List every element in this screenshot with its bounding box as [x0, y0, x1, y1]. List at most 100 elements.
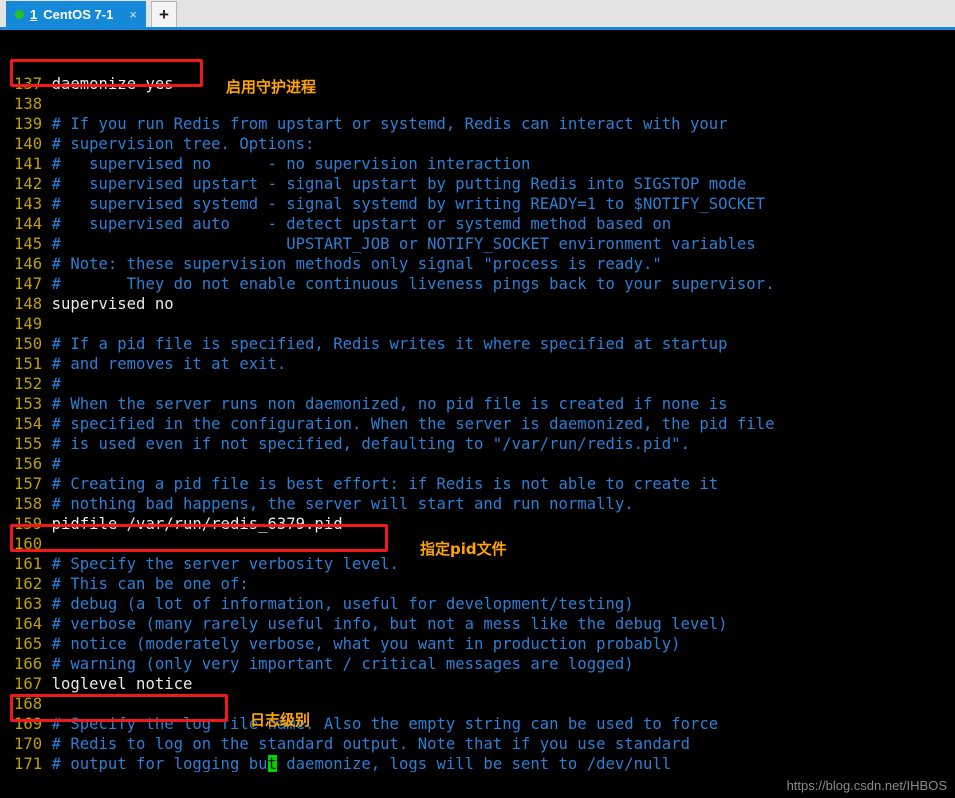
- watermark-text: https://blog.csdn.net/IHBOS: [786, 778, 947, 793]
- line-text: # Specify the log file name. Also the em…: [51, 715, 719, 733]
- tab-title: CentOS 7-1: [43, 6, 114, 22]
- editor-line: 162 # This can be one of:: [14, 574, 955, 594]
- editor-line: 165 # notice (moderately verbose, what y…: [14, 634, 955, 654]
- line-number: 137: [14, 75, 52, 93]
- line-number: 162: [14, 575, 52, 593]
- line-number: 167: [14, 675, 52, 693]
- editor-line: 143 # supervised systemd - signal system…: [14, 194, 955, 214]
- line-text: # Redis to log on the standard output. N…: [51, 735, 690, 753]
- editor-line: 171 # output for logging but daemonize, …: [14, 754, 955, 774]
- line-number: 139: [14, 115, 52, 133]
- line-text: #: [51, 455, 61, 473]
- line-text: # supervised auto - detect upstart or sy…: [51, 215, 672, 233]
- line-number: 150: [14, 335, 52, 353]
- tab-bar: 1 CentOS 7-1 × +: [0, 0, 955, 30]
- line-text: # is used even if not specified, default…: [51, 435, 690, 453]
- line-number: 155: [14, 435, 52, 453]
- line-text: # When the server runs non daemonized, n…: [51, 395, 728, 413]
- line-text: # warning (only very important / critica…: [51, 655, 634, 673]
- editor-line: 149: [14, 314, 955, 334]
- line-number: 168: [14, 695, 52, 713]
- editor-line: 144 # supervised auto - detect upstart o…: [14, 214, 955, 234]
- line-text: # If a pid file is specified, Redis writ…: [51, 335, 728, 353]
- line-text: # specified in the configuration. When t…: [51, 415, 775, 433]
- editor-line: 164 # verbose (many rarely useful info, …: [14, 614, 955, 634]
- line-number: 154: [14, 415, 52, 433]
- editor-line: 156 #: [14, 454, 955, 474]
- editor-line: 151 # and removes it at exit.: [14, 354, 955, 374]
- close-icon[interactable]: ×: [127, 7, 139, 22]
- annotation-label: 日志级别: [250, 711, 311, 729]
- line-number: 163: [14, 595, 52, 613]
- line-text: # If you run Redis from upstart or syste…: [51, 115, 728, 133]
- line-number: 159: [14, 515, 52, 533]
- line-text: daemonize, logs will be sent to /dev/nul…: [276, 755, 672, 773]
- line-text: daemonize yes: [51, 75, 174, 93]
- line-text: # They do not enable continuous liveness…: [51, 275, 775, 293]
- editor-line: 138: [14, 94, 955, 114]
- editor-line: 146 # Note: these supervision methods on…: [14, 254, 955, 274]
- editor-line: 155 # is used even if not specified, def…: [14, 434, 955, 454]
- line-number: 157: [14, 475, 52, 493]
- line-text: supervised no: [51, 295, 174, 313]
- line-number: 161: [14, 555, 52, 573]
- line-text: # verbose (many rarely useful info, but …: [51, 615, 728, 633]
- line-number: 164: [14, 615, 52, 633]
- line-number: 144: [14, 215, 52, 233]
- text-cursor: t: [267, 755, 277, 773]
- line-text: # supervised upstart - signal upstart by…: [51, 175, 747, 193]
- line-text: # and removes it at exit.: [51, 355, 287, 373]
- line-text: # supervised systemd - signal systemd by…: [51, 195, 766, 213]
- new-tab-button[interactable]: +: [150, 1, 177, 27]
- line-number: 152: [14, 375, 52, 393]
- line-text: # UPSTART_JOB or NOTIFY_SOCKET environme…: [51, 235, 756, 253]
- line-number: 156: [14, 455, 52, 473]
- line-text: pidfile /var/run/redis_6379.pid: [51, 515, 343, 533]
- editor-line: 142 # supervised upstart - signal upstar…: [14, 174, 955, 194]
- line-number: 166: [14, 655, 52, 673]
- editor-lines: 137 daemonize yes 138 139 # If you run Re…: [14, 74, 955, 774]
- line-number: 170: [14, 735, 52, 753]
- terminal-viewport[interactable]: 137 daemonize yes 138 139 # If you run Re…: [0, 30, 955, 798]
- line-text: # supervision tree. Options:: [51, 135, 315, 153]
- line-text: # Specify the server verbosity level.: [51, 555, 399, 573]
- editor-line: 163 # debug (a lot of information, usefu…: [14, 594, 955, 614]
- line-text: # Creating a pid file is best effort: if…: [51, 475, 719, 493]
- editor-line: 147 # They do not enable continuous live…: [14, 274, 955, 294]
- line-number: 158: [14, 495, 52, 513]
- editor-line: 141 # supervised no - no supervision int…: [14, 154, 955, 174]
- line-number: 153: [14, 395, 52, 413]
- line-number: 147: [14, 275, 52, 293]
- line-text: # This can be one of:: [51, 575, 249, 593]
- editor-line: 139 # If you run Redis from upstart or s…: [14, 114, 955, 134]
- line-number: 149: [14, 315, 52, 333]
- connection-status-dot: [15, 9, 24, 19]
- line-text: # Note: these supervision methods only s…: [51, 255, 662, 273]
- line-number: 165: [14, 635, 52, 653]
- editor-line: 137 daemonize yes: [14, 74, 955, 94]
- line-text: # supervised no - no supervision interac…: [51, 155, 531, 173]
- line-number: 141: [14, 155, 52, 173]
- line-text: # output for logging bu: [51, 755, 268, 773]
- editor-line: 170 # Redis to log on the standard outpu…: [14, 734, 955, 754]
- editor-line: 154 # specified in the configuration. Wh…: [14, 414, 955, 434]
- editor-line: 140 # supervision tree. Options:: [14, 134, 955, 154]
- line-text: # debug (a lot of information, useful fo…: [51, 595, 634, 613]
- editor-line: 157 # Creating a pid file is best effort…: [14, 474, 955, 494]
- editor-line: 150 # If a pid file is specified, Redis …: [14, 334, 955, 354]
- editor-line: 169 # Specify the log file name. Also th…: [14, 714, 955, 734]
- tab-index: 1: [30, 6, 38, 22]
- terminal-tab-centos[interactable]: 1 CentOS 7-1 ×: [6, 1, 146, 27]
- line-number: 143: [14, 195, 52, 213]
- editor-line: 158 # nothing bad happens, the server wi…: [14, 494, 955, 514]
- line-number: 169: [14, 715, 52, 733]
- editor-line: 168: [14, 694, 955, 714]
- editor-line: 159 pidfile /var/run/redis_6379.pid: [14, 514, 955, 534]
- annotation-label: 启用守护进程: [226, 78, 317, 96]
- editor-line: 145 # UPSTART_JOB or NOTIFY_SOCKET envir…: [14, 234, 955, 254]
- line-number: 145: [14, 235, 52, 253]
- editor-line: 167 loglevel notice: [14, 674, 955, 694]
- line-number: 142: [14, 175, 52, 193]
- line-text: # notice (moderately verbose, what you w…: [51, 635, 681, 653]
- line-number: 146: [14, 255, 52, 273]
